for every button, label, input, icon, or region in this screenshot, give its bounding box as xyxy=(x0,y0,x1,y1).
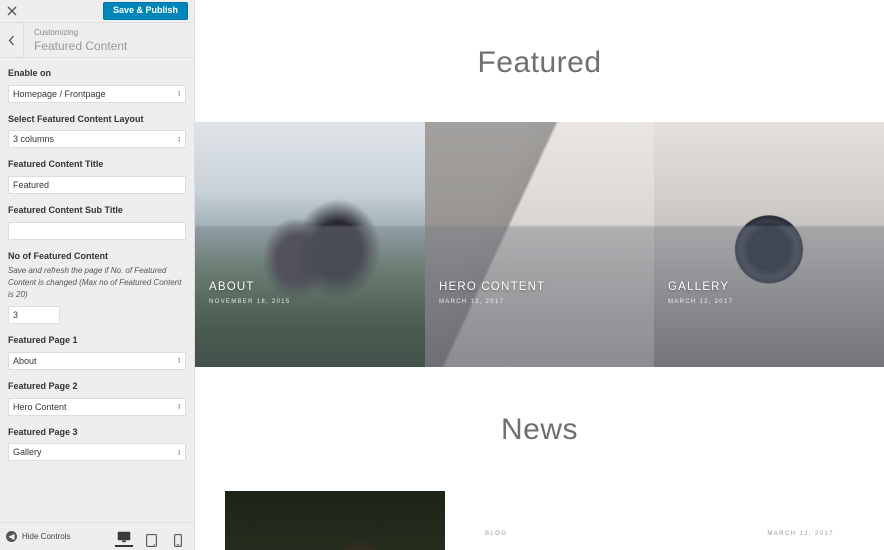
tablet-preview-button[interactable] xyxy=(142,527,160,547)
close-icon[interactable] xyxy=(0,0,24,23)
card-date: MARCH 12, 2017 xyxy=(668,299,734,306)
customizer-screen: Save & Publish Customizing Featured Cont… xyxy=(0,0,884,550)
control-layout: Select Featured Content Layout 3 columns xyxy=(8,114,186,149)
device-preview-group xyxy=(115,527,191,547)
no-of-content-input[interactable] xyxy=(8,306,60,325)
card-overlay xyxy=(425,122,654,368)
desktop-preview-button[interactable] xyxy=(115,527,133,547)
card-caption: GALLERY MARCH 12, 2017 xyxy=(668,281,733,305)
card-caption: HERO CONTENT MARCH 12, 2017 xyxy=(439,281,545,305)
page-title: Featured Content xyxy=(34,39,128,54)
news-post: BLOG MARCH 12, 2017 Before I had time to… xyxy=(195,491,884,550)
customizing-label: Customizing xyxy=(34,28,79,37)
featured-cards-row: ABOUT NOVEMBER 18, 2015 HERO CONTENT MAR… xyxy=(195,122,884,368)
featured-card[interactable]: ABOUT NOVEMBER 18, 2015 xyxy=(195,122,425,368)
control-featured-page-2: Featured Page 2 Hero Content xyxy=(8,381,186,416)
featured-section-heading: Featured xyxy=(477,46,602,80)
featured-card[interactable]: GALLERY MARCH 12, 2017 xyxy=(654,122,884,368)
mobile-preview-button[interactable] xyxy=(169,527,187,547)
desktop-icon xyxy=(117,531,131,542)
card-overlay xyxy=(195,122,425,368)
control-content-title: Featured Content Title xyxy=(8,159,186,195)
post-body: BLOG MARCH 12, 2017 Before I had time to… xyxy=(445,491,854,550)
mobile-icon xyxy=(174,533,182,547)
control-label-no-of-content: No of Featured Content xyxy=(8,250,108,261)
control-featured-page-1: Featured Page 1 About xyxy=(8,335,186,370)
control-label-content-title: Featured Content Title xyxy=(8,159,104,170)
control-label-content-subtitle: Featured Content Sub Title xyxy=(8,205,123,216)
customizer-sidebar: Save & Publish Customizing Featured Cont… xyxy=(0,0,195,550)
card-title: GALLERY xyxy=(668,281,730,294)
card-title: ABOUT xyxy=(209,281,255,294)
featured-card[interactable]: HERO CONTENT MARCH 12, 2017 xyxy=(425,122,654,368)
control-featured-page-3: Featured Page 3 Gallery xyxy=(8,427,186,462)
control-label-featured-page-1: Featured Page 1 xyxy=(8,335,78,346)
control-label-featured-page-3: Featured Page 3 xyxy=(8,426,78,437)
post-date: MARCH 12, 2017 xyxy=(767,531,834,538)
card-date: NOVEMBER 18, 2015 xyxy=(209,299,291,306)
enable-on-select[interactable]: Homepage / Frontpage xyxy=(8,84,186,103)
control-no-of-content: No of Featured Content Save and refresh … xyxy=(8,250,186,325)
customizer-footer: ◀ Hide Controls xyxy=(0,522,194,550)
card-date: MARCH 12, 2017 xyxy=(439,299,505,306)
save-and-publish-button[interactable]: Save & Publish xyxy=(102,1,188,21)
card-overlay xyxy=(654,122,884,368)
featured-page-3-select[interactable]: Gallery xyxy=(8,443,186,462)
featured-page-2-select[interactable]: Hero Content xyxy=(8,397,186,416)
news-section-heading: News xyxy=(500,413,578,447)
hide-controls-label: Hide Controls xyxy=(22,532,71,541)
panel-title-group: Customizing Featured Content xyxy=(24,23,127,57)
customizer-panel-header: Customizing Featured Content xyxy=(0,23,194,58)
layout-select[interactable]: 3 columns xyxy=(8,130,186,149)
post-meta: BLOG MARCH 12, 2017 xyxy=(485,531,834,537)
control-label-layout: Select Featured Content Layout xyxy=(8,113,144,124)
control-description-no-of-content: Save and refresh the page if No. of Feat… xyxy=(8,266,182,299)
card-title: HERO CONTENT xyxy=(439,281,546,294)
card-caption: ABOUT NOVEMBER 18, 2015 xyxy=(209,281,290,305)
collapse-icon: ◀ xyxy=(6,531,17,542)
content-title-input[interactable] xyxy=(8,176,186,195)
couple-kissing-photo[interactable] xyxy=(225,491,445,550)
chevron-left-icon[interactable] xyxy=(0,23,24,57)
controls-list: Enable on Homepage / Frontpage Select Fe… xyxy=(0,58,194,462)
content-subtitle-input[interactable] xyxy=(8,221,186,240)
hide-controls-button[interactable]: ◀ Hide Controls xyxy=(6,531,70,542)
control-content-subtitle: Featured Content Sub Title xyxy=(8,205,186,240)
control-label-enable-on: Enable on xyxy=(8,68,52,78)
featured-page-1-select[interactable]: About xyxy=(8,351,186,370)
control-label-featured-page-2: Featured Page 2 xyxy=(8,380,78,391)
control-enable-on: Enable on Homepage / Frontpage xyxy=(8,68,186,103)
tablet-icon xyxy=(145,533,157,547)
customizer-topbar: Save & Publish xyxy=(0,0,194,23)
site-preview-frame[interactable]: Featured ABOUT NOVEMBER 18, 2015 HERO CO… xyxy=(195,0,884,550)
post-category[interactable]: BLOG xyxy=(485,531,507,537)
